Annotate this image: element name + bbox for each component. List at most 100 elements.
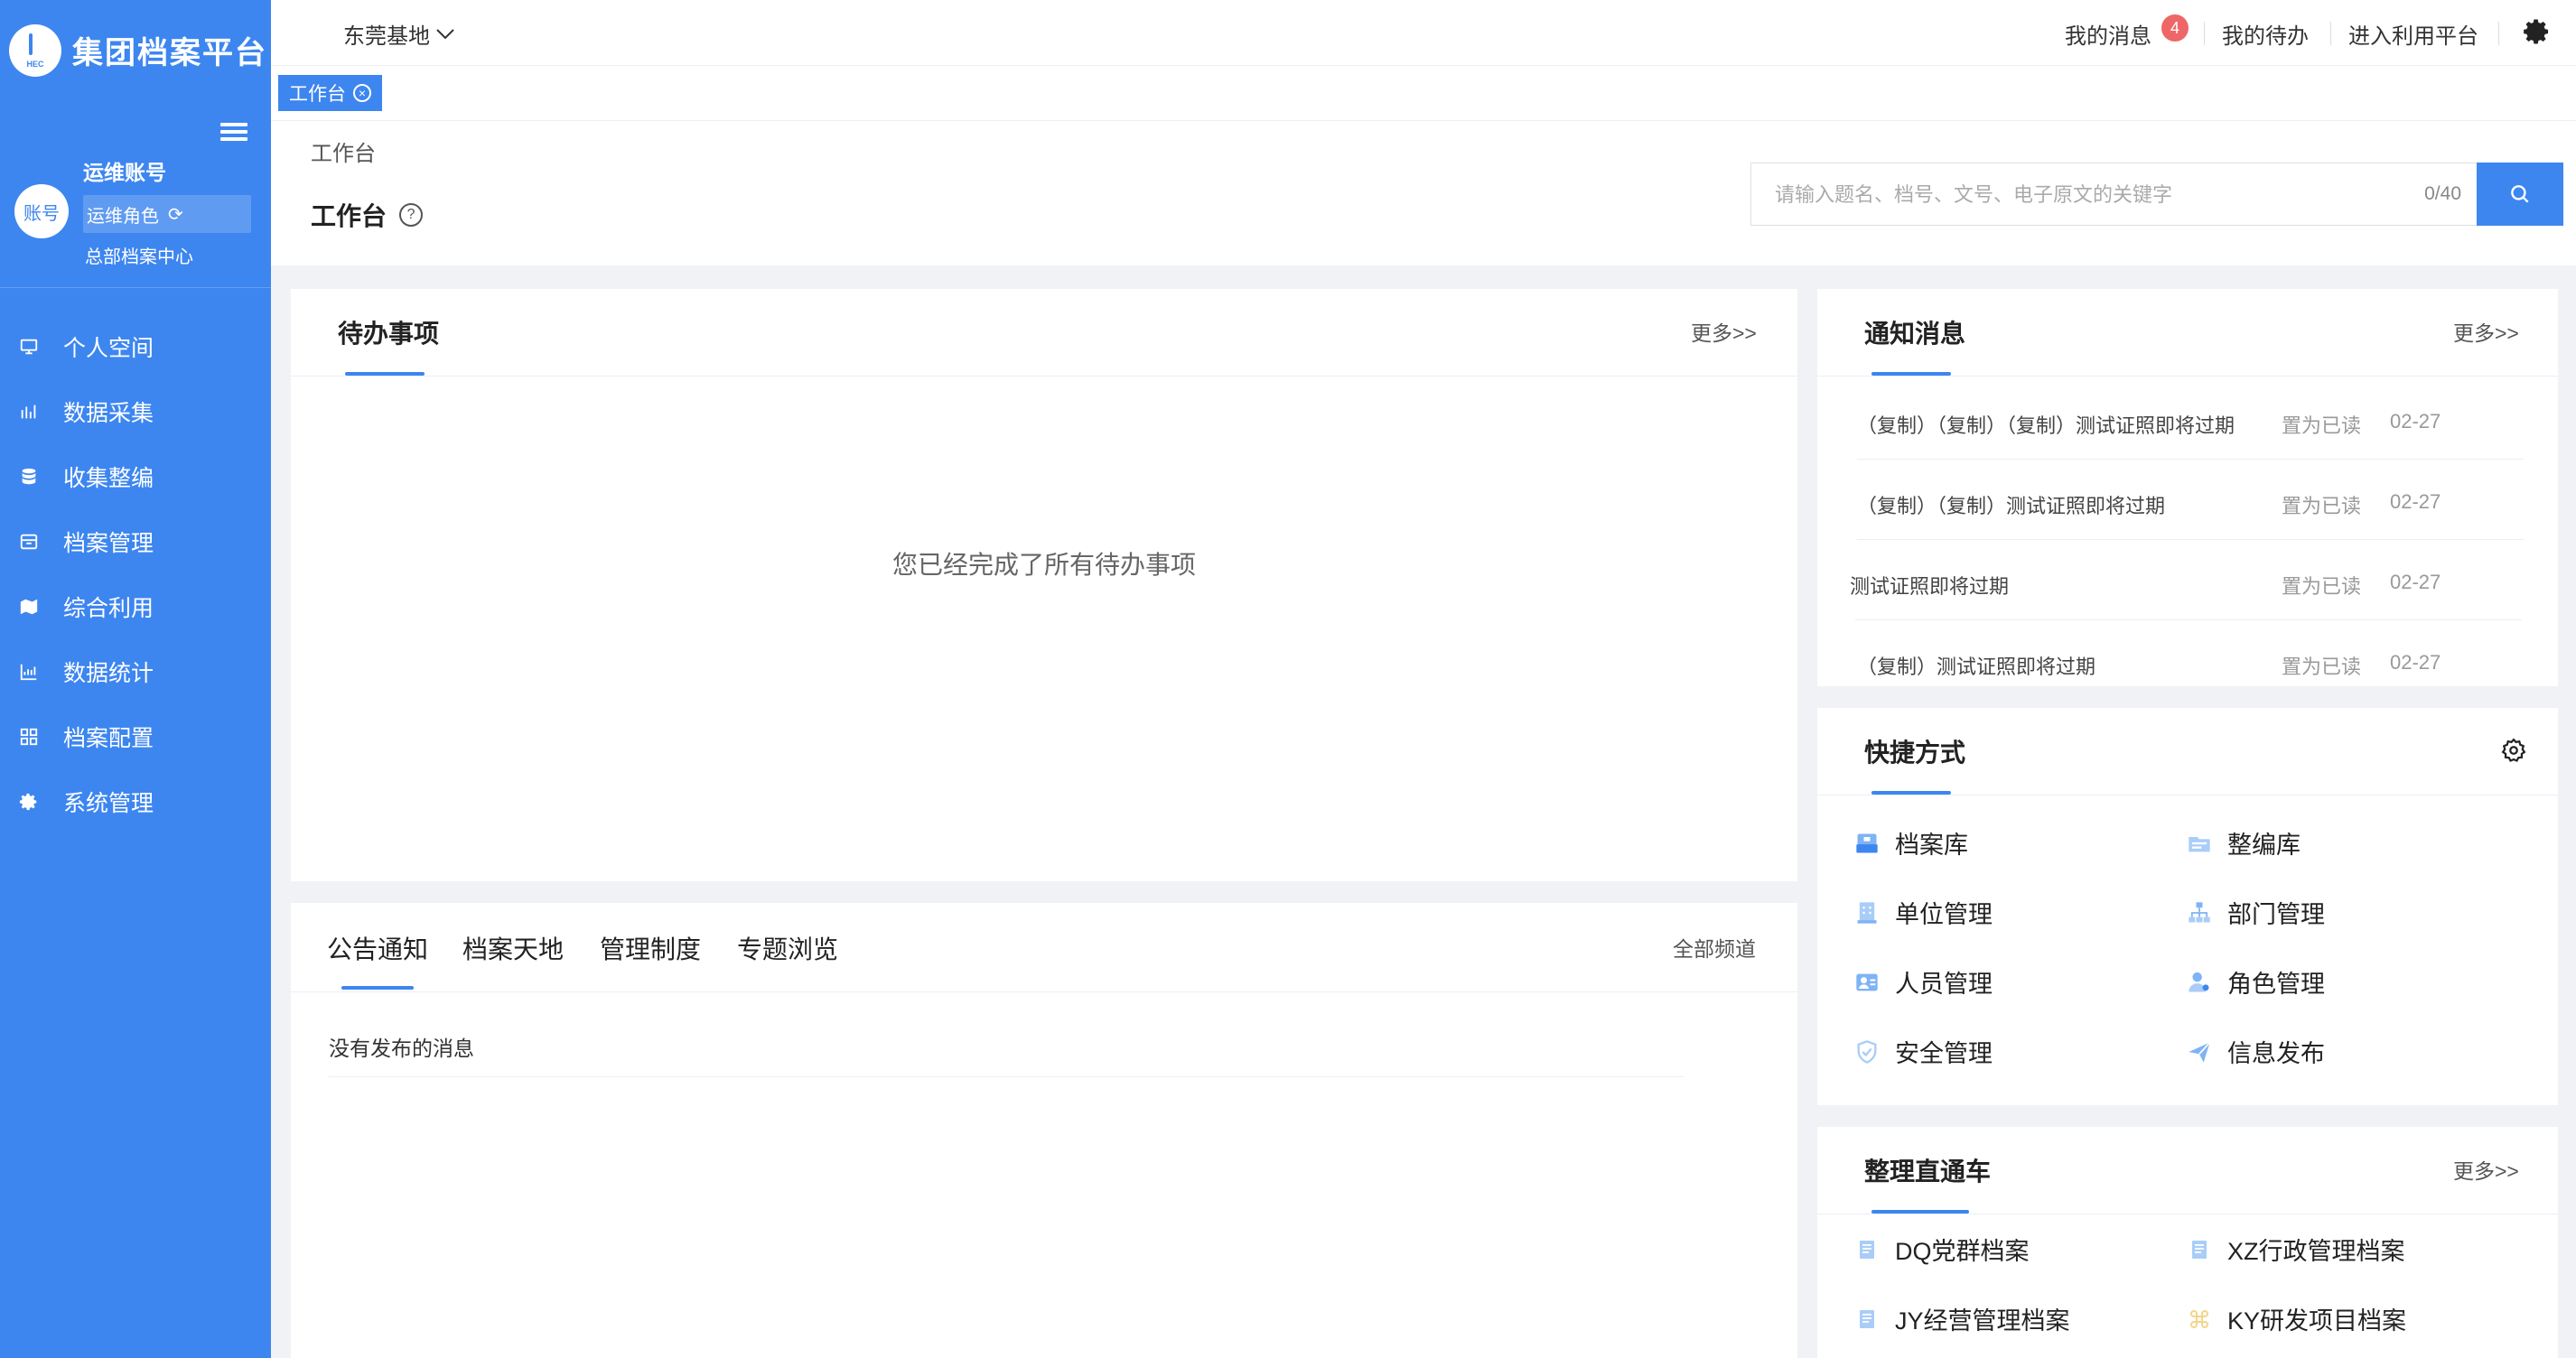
sidebar-item-label: 系统管理: [63, 791, 154, 816]
divider: [329, 1076, 1684, 1077]
bar-chart-icon: [18, 661, 40, 683]
mark-read-button[interactable]: 置为已读: [2282, 410, 2361, 439]
direct-item-xz[interactable]: XZ行政管理档案: [2186, 1232, 2405, 1267]
refresh-icon[interactable]: ⟳: [168, 203, 183, 226]
message-title[interactable]: （复制）测试证照即将过期: [1857, 651, 2095, 680]
breadcrumb[interactable]: 工作台: [311, 135, 376, 167]
logo[interactable]: 集团档案平台: [9, 16, 267, 84]
search-char-counter: 0/40: [2424, 183, 2461, 204]
separator: [2330, 22, 2331, 45]
close-icon[interactable]: ×: [353, 84, 371, 102]
shortcut-label: 角色管理: [2227, 971, 2325, 998]
my-todo-link[interactable]: 我的待办: [2222, 18, 2309, 50]
message-title[interactable]: （复制）（复制）（复制）测试证照即将过期: [1857, 410, 2235, 439]
active-tab-underline: [341, 986, 414, 990]
mark-read-button[interactable]: 置为已读: [2282, 651, 2361, 680]
list-item[interactable]: （复制）（复制）测试证照即将过期 置为已读 02-27: [1857, 460, 2524, 540]
tab-workbench[interactable]: 工作台 ×: [278, 75, 382, 111]
avatar[interactable]: 账号: [14, 184, 69, 238]
todo-card-title: 待办事项: [338, 320, 440, 348]
list-item[interactable]: （复制）测试证照即将过期 置为已读 02-27: [1857, 620, 2524, 686]
shortcut-archive-library[interactable]: 档案库: [1853, 825, 1968, 860]
sidebar-item-archive-management[interactable]: 档案管理: [0, 515, 271, 569]
monitor-icon: [18, 336, 40, 358]
role-switcher[interactable]: 运维角色 ⟳: [83, 195, 251, 233]
message-date: 02-27: [2390, 490, 2441, 513]
shortcut-label: 信息发布: [2227, 1040, 2325, 1067]
message-title[interactable]: （复制）（复制）测试证照即将过期: [1857, 490, 2165, 519]
menu-toggle-icon[interactable]: [220, 119, 247, 146]
mark-read-button[interactable]: 置为已读: [2282, 571, 2361, 600]
sidebar-item-personal-space[interactable]: 个人空间: [0, 320, 271, 374]
shortcut-label: 安全管理: [1895, 1040, 1993, 1067]
direct-item-label: KY研发项目档案: [2227, 1307, 2407, 1335]
shortcut-department-management[interactable]: 部门管理: [2186, 895, 2325, 930]
todo-empty-message: 您已经完成了所有待办事项: [891, 551, 1196, 579]
direct-train-card: 整理直通车 更多>> DQ党群档案 XZ行政管理档案 JY经营管理档案 KY研发…: [1817, 1127, 2558, 1358]
search-button[interactable]: [2477, 163, 2563, 226]
paper-plane-icon: [2186, 1038, 2213, 1065]
archive-library-icon: [1853, 830, 1881, 857]
tab-management-rules[interactable]: 管理制度: [600, 930, 701, 966]
folder-library-icon: [2186, 830, 2213, 857]
sidebar-item-data-collection[interactable]: 数据采集: [0, 385, 271, 439]
my-messages-link[interactable]: 我的消息: [2065, 18, 2151, 50]
user-name: 运维账号: [83, 161, 166, 184]
sidebar-item-comprehensive-use[interactable]: 综合利用: [0, 580, 271, 634]
sidebar-item-statistics[interactable]: 数据统计: [0, 645, 271, 699]
direct-item-label: XZ行政管理档案: [2227, 1238, 2405, 1265]
sidebar-item-system-management[interactable]: 系统管理: [0, 775, 271, 829]
direct-item-ky[interactable]: KY研发项目档案: [2186, 1301, 2406, 1336]
shortcut-unit-management[interactable]: 单位管理: [1853, 895, 1993, 930]
sidebar-item-label: 收集整编: [63, 466, 154, 491]
shortcut-info-publish[interactable]: 信息发布: [2186, 1034, 2325, 1069]
direct-train-more-link[interactable]: 更多>>: [2453, 1154, 2519, 1185]
tab-announcements[interactable]: 公告通知: [327, 930, 428, 966]
building-icon: [1853, 899, 1881, 926]
shortcut-security-management[interactable]: 安全管理: [1853, 1034, 1993, 1069]
tab-archive-world[interactable]: 档案天地: [462, 930, 564, 966]
divider: [291, 376, 1797, 377]
gear-icon: [18, 791, 40, 813]
list-item[interactable]: （复制）（复制）（复制）测试证照即将过期 置为已读 02-27: [1857, 379, 2524, 460]
document-icon: [1853, 1236, 1881, 1263]
sidebar: 集团档案平台 账号 运维账号 运维角色 ⟳ 总部档案中心 个人空间 数据采集 收…: [0, 0, 271, 1358]
notifications-more-link[interactable]: 更多>>: [2453, 316, 2519, 347]
shortcuts-card: 快捷方式 档案库 整编库 单位管理 部门管理 人员管理 角色管理 安全管理 信息…: [1817, 708, 2558, 1105]
sidebar-item-label: 档案配置: [63, 726, 154, 751]
todo-card: 待办事项 更多>> 您已经完成了所有待办事项: [291, 289, 1797, 881]
todo-more-link[interactable]: 更多>>: [1691, 316, 1757, 347]
sidebar-item-archive-config[interactable]: 档案配置: [0, 710, 271, 764]
direct-item-jy[interactable]: JY经营管理档案: [1853, 1301, 2070, 1336]
base-selector-label: 东莞基地: [343, 24, 430, 49]
shortcut-role-management[interactable]: 角色管理: [2186, 964, 2325, 1000]
search-input[interactable]: [1751, 163, 2427, 227]
list-item[interactable]: 测试证照即将过期 置为已读 02-27: [1850, 540, 2522, 620]
shortcut-label: 档案库: [1895, 832, 1968, 859]
sidebar-item-label: 个人空间: [63, 336, 154, 361]
tab-topic-browse[interactable]: 专题浏览: [737, 930, 838, 966]
settings-gear-icon[interactable]: [2522, 16, 2553, 47]
command-icon: [2186, 1306, 2213, 1333]
shortcut-label: 单位管理: [1895, 901, 1993, 928]
shortcut-label: 人员管理: [1895, 971, 1993, 998]
direct-item-dq[interactable]: DQ党群档案: [1853, 1232, 2030, 1267]
grid-icon: [18, 726, 40, 748]
top-bar: 东莞基地 我的消息 4 我的待办 进入利用平台: [271, 0, 2576, 66]
message-title[interactable]: 测试证照即将过期: [1850, 571, 2009, 600]
mark-read-button[interactable]: 置为已读: [2282, 490, 2361, 519]
shortcut-folder-library[interactable]: 整编库: [2186, 825, 2301, 860]
enter-platform-link[interactable]: 进入利用平台: [2348, 18, 2478, 50]
shortcut-personnel-management[interactable]: 人员管理: [1853, 964, 1993, 1000]
collect-icon: [18, 401, 40, 423]
user-role-icon: [2186, 969, 2213, 996]
page-header: 工作台 工作台 ? 0/40: [271, 121, 2576, 265]
shortcut-settings-icon[interactable]: [2500, 737, 2527, 764]
document-icon: [1853, 1306, 1881, 1333]
notice-empty-message: 没有发布的消息: [329, 1037, 474, 1060]
base-selector[interactable]: 东莞基地: [343, 18, 455, 50]
tab-label: 工作台: [289, 84, 346, 105]
all-channels-link[interactable]: 全部频道: [1673, 932, 1756, 963]
help-icon[interactable]: ?: [399, 203, 424, 227]
sidebar-item-collect-compile[interactable]: 收集整编: [0, 450, 271, 504]
